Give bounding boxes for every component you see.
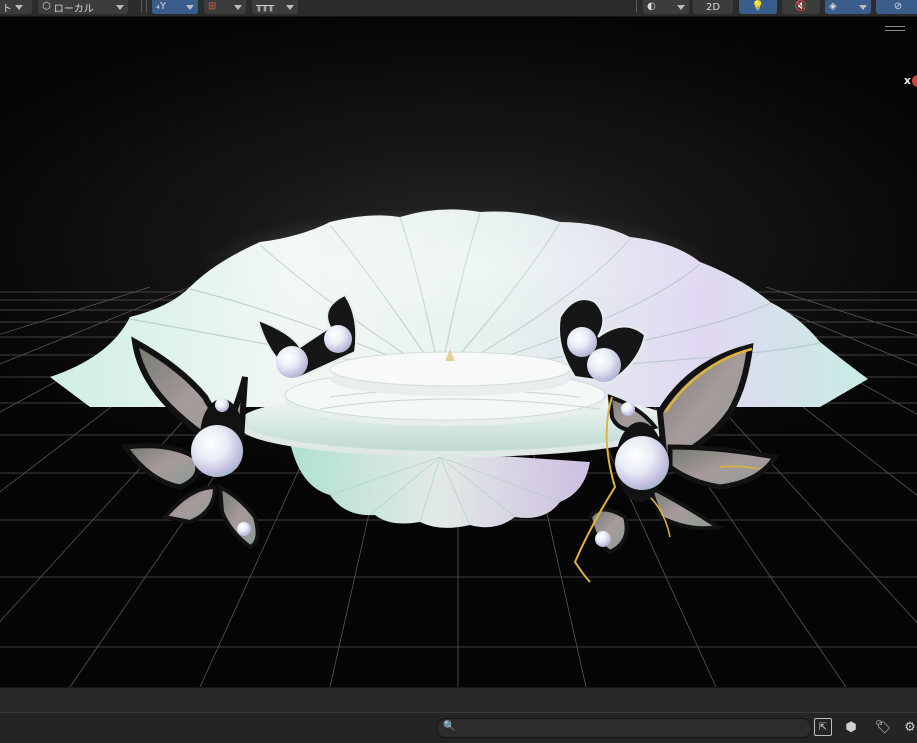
pearl	[324, 325, 352, 353]
effects-toggle[interactable]: ◈	[825, 0, 871, 14]
toolbar-divider	[636, 0, 637, 12]
search-icon: 🔍	[443, 721, 456, 732]
dropdown-icon	[15, 4, 23, 10]
shading-mode-icon: ◐	[647, 1, 656, 12]
scene-visibility-icon[interactable]: ⬢	[842, 718, 860, 736]
lighting-toggle[interactable]: 💡	[739, 0, 777, 14]
shading-mode-button[interactable]: ◐	[643, 0, 689, 14]
search-input[interactable]	[437, 721, 811, 740]
pearl	[621, 402, 635, 416]
scene-render	[0, 207, 917, 687]
chevron-down-icon	[677, 4, 685, 10]
view-2d-toggle[interactable]: 2D	[693, 0, 733, 14]
pearl	[237, 522, 251, 536]
scene-toolbar: ト ⬡ ローカル ₄Y ⊞ ╥╥╥ ◐ 2D 💡 🔇 ◈ ⊘	[0, 0, 917, 17]
chevron-down-icon	[186, 4, 194, 10]
hidden-objects-toggle[interactable]: ⊘	[876, 0, 917, 14]
gizmo-axis-x-label: x	[903, 74, 911, 87]
tool-handle-label: ト	[2, 3, 12, 15]
scene-viewport[interactable]: x	[0, 17, 917, 687]
chevron-down-icon	[116, 4, 124, 10]
audio-icon: 🔇	[794, 1, 808, 12]
pivot-space-label: ローカル	[53, 3, 94, 15]
tool-handle-dropdown[interactable]: ト	[0, 0, 32, 15]
move-tool-icon: ₄Y	[156, 1, 167, 12]
pearl	[587, 348, 621, 382]
chevron-down-icon	[234, 4, 242, 10]
chevron-down-icon	[286, 4, 294, 10]
snap-increment-button[interactable]: ⊞	[204, 0, 246, 14]
chevron-down-icon	[859, 4, 867, 10]
open-window-icon[interactable]: ⇱	[814, 718, 832, 736]
settings-icon[interactable]: ⚙	[901, 718, 917, 736]
menu-lines-icon[interactable]	[885, 26, 905, 34]
pearl	[215, 398, 229, 412]
local-space-icon: ⬡	[42, 1, 51, 12]
pearl	[595, 531, 611, 547]
project-toolbar: 🔍 ⇱ ⬢ 🏷 ⚙	[0, 712, 917, 743]
pivot-space-dropdown[interactable]: ⬡ ローカル	[38, 0, 128, 15]
orientation-gizmo[interactable]: x	[903, 74, 917, 87]
lighting-icon: 💡	[751, 1, 765, 12]
grid-snapping-button[interactable]: ╥╥╥	[252, 0, 298, 14]
toolbar-divider	[141, 0, 142, 12]
panel-divider-strip	[0, 687, 917, 712]
pearl	[276, 346, 308, 378]
toolbar-divider	[146, 0, 147, 12]
effects-layers-icon: ◈	[829, 1, 837, 12]
hidden-objects-icon: ⊘	[893, 1, 903, 12]
grid-snapping-icon: ╥╥╥	[256, 1, 275, 12]
search-field[interactable]: 🔍	[436, 718, 812, 740]
move-tool-button[interactable]: ₄Y	[152, 0, 198, 14]
snap-increment-icon: ⊞	[208, 1, 217, 12]
tag-icon[interactable]: 🏷	[874, 718, 892, 736]
pearl	[191, 425, 243, 477]
audio-toggle[interactable]: 🔇	[782, 0, 820, 14]
view-2d-label: 2D	[705, 1, 721, 13]
pearl	[615, 436, 669, 490]
